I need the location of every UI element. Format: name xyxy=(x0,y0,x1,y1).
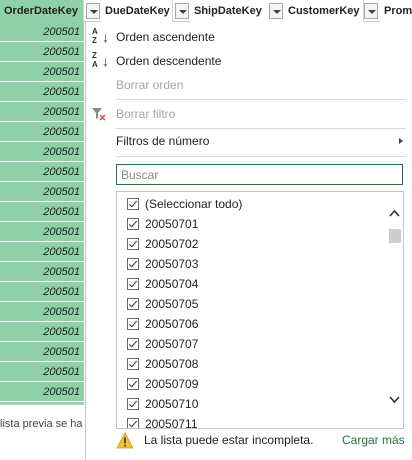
checkbox-icon[interactable] xyxy=(127,398,139,410)
checkbox-icon[interactable] xyxy=(127,258,139,270)
list-item[interactable]: 20050710 xyxy=(117,394,387,414)
column-header-customerkey[interactable]: CustomerKey xyxy=(284,0,364,22)
checkbox-icon[interactable] xyxy=(127,218,139,230)
data-cell[interactable]: 200501 xyxy=(0,22,84,42)
column-filter-menu: A Z ↓ Orden ascendente Z A ↓ Orden descenden… xyxy=(85,22,412,460)
filter-dropdown-icon[interactable] xyxy=(175,3,189,19)
clear-sort-label: Borrar orden xyxy=(116,78,184,92)
list-item-label: 20050708 xyxy=(145,357,199,371)
data-cell[interactable]: 200501 xyxy=(0,222,84,242)
list-item-label: 20050705 xyxy=(145,297,199,311)
sort-ascending-item[interactable]: A Z ↓ Orden ascendente xyxy=(86,25,412,49)
list-item-label: 20050703 xyxy=(145,257,199,271)
list-item[interactable]: 20050703 xyxy=(117,254,387,274)
list-item-label: 20050702 xyxy=(145,237,199,251)
warning-icon xyxy=(116,432,134,449)
scroll-up-icon[interactable] xyxy=(389,208,400,219)
list-item-select-all[interactable]: (Seleccionar todo) xyxy=(117,194,387,214)
data-cell[interactable]: 200501 xyxy=(0,362,84,382)
incomplete-list-warning: La lista puede estar incompleta. xyxy=(144,433,314,447)
data-cell[interactable]: 200501 xyxy=(0,242,84,262)
submenu-arrow-icon xyxy=(399,138,403,144)
search-input[interactable] xyxy=(116,164,403,185)
checkbox-icon[interactable] xyxy=(127,318,139,330)
data-cell[interactable]: 200501 xyxy=(0,342,84,362)
checkbox-icon[interactable] xyxy=(127,198,139,210)
list-item[interactable]: 20050706 xyxy=(117,314,387,334)
sort-descending-icon: Z A ↓ xyxy=(92,51,109,70)
list-item-label: 20050709 xyxy=(145,377,199,391)
list-item[interactable]: 20050704 xyxy=(117,274,387,294)
filter-dropdown-icon[interactable] xyxy=(269,3,283,19)
load-more-link[interactable]: Cargar más xyxy=(342,433,405,447)
clear-sort-item: Borrar orden xyxy=(86,73,412,97)
data-cell[interactable]: 200501 xyxy=(0,322,84,342)
number-filters-item[interactable]: Filtros de número xyxy=(86,129,412,153)
data-cell[interactable]: 200501 xyxy=(0,282,84,302)
checkbox-icon[interactable] xyxy=(127,278,139,290)
grid-bottom-border xyxy=(0,404,84,405)
data-cell[interactable]: 200501 xyxy=(0,62,84,82)
list-item-label: 20050710 xyxy=(145,397,199,411)
data-cell[interactable]: 200501 xyxy=(0,122,84,142)
column-header-orderdatekey[interactable]: OrderDateKey xyxy=(0,0,84,22)
column-header-partial[interactable]: Prom xyxy=(380,0,412,22)
list-item[interactable]: 20050709 xyxy=(117,374,387,394)
sort-ascending-icon: A Z ↓ xyxy=(92,27,109,46)
checkbox-icon[interactable] xyxy=(127,378,139,390)
list-item[interactable]: 20050705 xyxy=(117,294,387,314)
data-cell[interactable]: 200501 xyxy=(0,42,84,62)
clear-filter-icon xyxy=(92,108,106,121)
list-item-label: 20050707 xyxy=(145,337,199,351)
list-item[interactable]: 20050711 xyxy=(117,414,387,429)
checkbox-icon[interactable] xyxy=(127,238,139,250)
preview-status-note: lista previa se ha xyxy=(0,418,83,430)
orderdatekey-column: 200501 200501 200501 200501 200501 20050… xyxy=(0,22,84,404)
number-filters-label: Filtros de número xyxy=(116,134,210,148)
data-cell[interactable]: 200501 xyxy=(0,382,84,402)
data-cell[interactable]: 200501 xyxy=(0,102,84,122)
menu-separator xyxy=(116,156,406,157)
data-cell[interactable]: 200501 xyxy=(0,182,84,202)
checkbox-icon[interactable] xyxy=(127,358,139,370)
sort-descending-label: Orden descendente xyxy=(116,54,222,68)
list-item-label: (Seleccionar todo) xyxy=(145,197,243,211)
list-item[interactable]: 20050708 xyxy=(117,354,387,374)
list-item-label: 20050706 xyxy=(145,317,199,331)
data-cell[interactable]: 200501 xyxy=(0,262,84,282)
sort-descending-item[interactable]: Z A ↓ Orden descendente xyxy=(86,49,412,73)
data-cell[interactable]: 200501 xyxy=(0,302,84,322)
clear-filter-label: Borrar filtro xyxy=(116,107,176,121)
scrollbar-thumb[interactable] xyxy=(389,229,401,243)
checkbox-icon[interactable] xyxy=(127,298,139,310)
data-cell[interactable]: 200501 xyxy=(0,202,84,222)
checkbox-icon[interactable] xyxy=(127,418,139,428)
list-item-label: 20050701 xyxy=(145,217,199,231)
list-item[interactable]: 20050702 xyxy=(117,234,387,254)
clear-filter-item: Borrar filtro xyxy=(86,102,412,126)
sort-ascending-label: Orden ascendente xyxy=(116,30,215,44)
column-header-row: OrderDateKey DueDateKey ShipDateKey Cust… xyxy=(0,0,412,22)
filter-dropdown-icon[interactable] xyxy=(86,3,100,19)
list-item[interactable]: 20050701 xyxy=(117,214,387,234)
list-item-label: 20050704 xyxy=(145,277,199,291)
data-cell[interactable]: 200501 xyxy=(0,82,84,102)
filter-dropdown-icon[interactable] xyxy=(364,3,378,19)
data-cell[interactable]: 200501 xyxy=(0,162,84,182)
scroll-down-icon[interactable] xyxy=(389,394,400,405)
list-scrollbar[interactable] xyxy=(386,192,403,428)
filter-values-list[interactable]: (Seleccionar todo) 20050701 20050702 200… xyxy=(116,191,404,429)
menu-separator xyxy=(116,99,406,100)
list-item[interactable]: 20050707 xyxy=(117,334,387,354)
column-header-duedatekey[interactable]: DueDateKey xyxy=(101,0,173,22)
list-item-label: 20050711 xyxy=(145,417,198,429)
checkbox-icon[interactable] xyxy=(127,338,139,350)
data-cell[interactable]: 200501 xyxy=(0,142,84,162)
